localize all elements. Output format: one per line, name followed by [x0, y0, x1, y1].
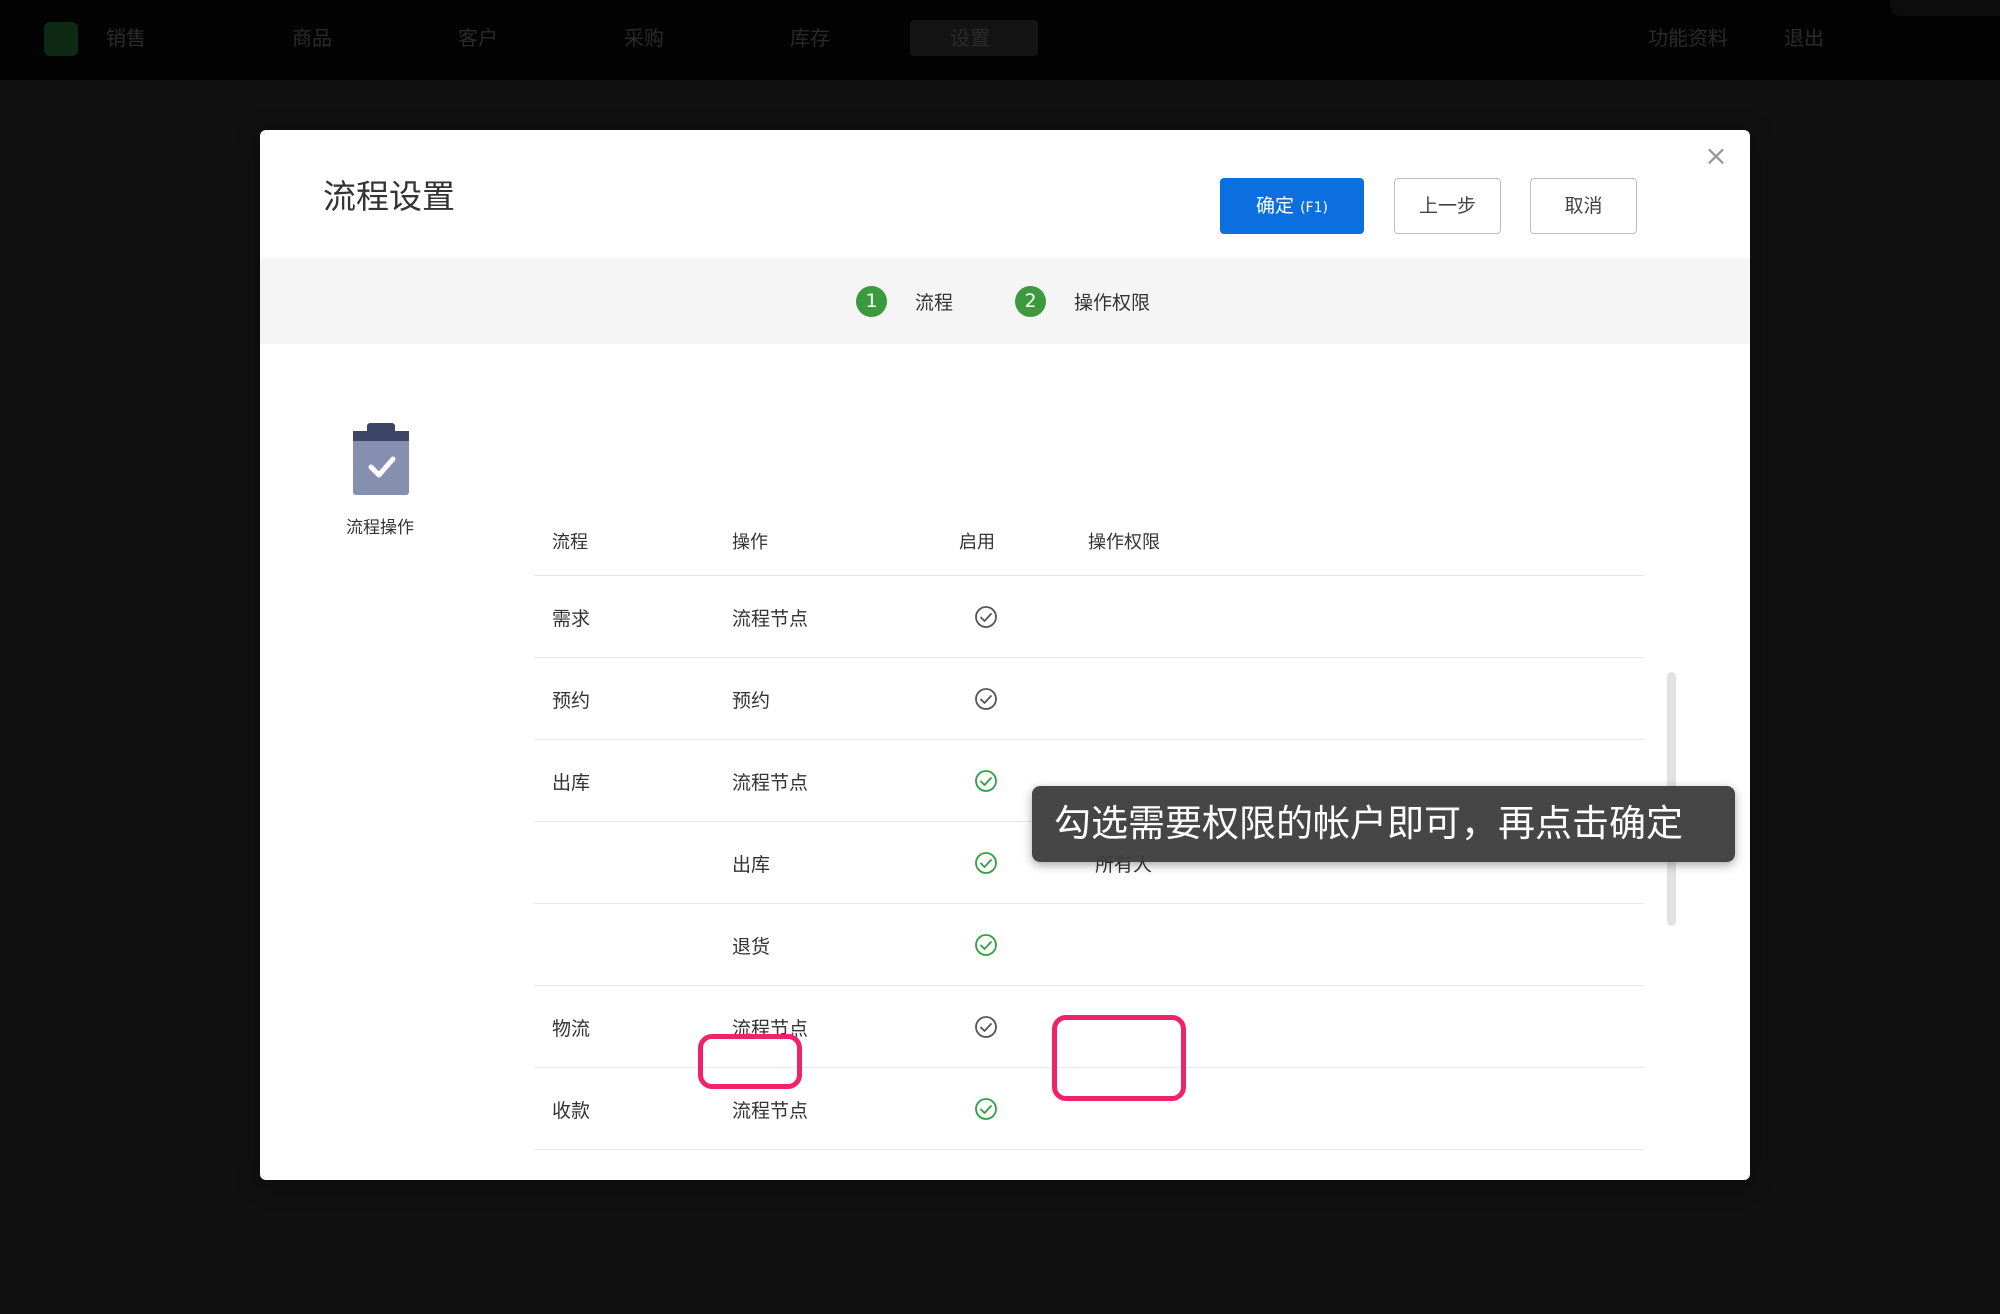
- row-operation: 收款: [732, 1178, 770, 1180]
- row-operation: 退货: [732, 936, 771, 958]
- header-process: 流程: [552, 532, 588, 553]
- enabled-check-icon[interactable]: [974, 1015, 998, 1039]
- nav-item-purchase[interactable]: 采购: [610, 20, 678, 56]
- row-process: 收款: [552, 1100, 591, 1122]
- highlight-box-collect-operation: [698, 1034, 802, 1089]
- step-indicator: 1 流程 2 操作权限: [260, 258, 1750, 344]
- previous-step-button[interactable]: 上一步: [1394, 178, 1501, 234]
- table-header: 流程 操作 启用 操作权限: [534, 486, 1644, 576]
- clipboard-check-icon[interactable]: [353, 423, 409, 495]
- app-logo-icon: [44, 22, 78, 56]
- row-process: 物流: [552, 1018, 591, 1040]
- table-row: 收款 所有人: [534, 1150, 1644, 1180]
- row-operation: 预约: [732, 690, 771, 712]
- enabled-check-icon[interactable]: [974, 1097, 998, 1121]
- enabled-check-icon[interactable]: [974, 933, 998, 957]
- table-row: 需求 流程节点: [534, 576, 1644, 658]
- confirm-button[interactable]: 确定 (F1): [1220, 178, 1364, 234]
- row-process: 需求: [552, 608, 591, 630]
- confirm-shortcut: (F1): [1300, 200, 1328, 216]
- nav-item-customers[interactable]: 客户: [444, 20, 512, 56]
- header-operation: 操作: [732, 532, 768, 553]
- nav-item-products[interactable]: 商品: [278, 20, 346, 56]
- header-permission: 操作权限: [1088, 532, 1160, 553]
- step-label-process: 流程: [915, 291, 954, 314]
- row-operation: 流程节点: [732, 608, 809, 630]
- table-row: 退货: [534, 904, 1644, 986]
- enabled-check-icon[interactable]: [974, 1179, 998, 1180]
- row-operation: 流程节点: [732, 1100, 809, 1122]
- step-process[interactable]: 1 流程: [856, 258, 953, 344]
- row-permission[interactable]: 所有人: [1095, 1178, 1152, 1180]
- header-enabled: 启用: [959, 532, 995, 553]
- confirm-button-label: 确定: [1256, 195, 1295, 217]
- enabled-check-icon[interactable]: [974, 851, 998, 875]
- step-number-1: 1: [856, 285, 887, 317]
- nav-item-feature-info[interactable]: 功能资料: [1634, 20, 1742, 56]
- table-row: 预约 预约: [534, 658, 1644, 740]
- step-label-permissions: 操作权限: [1074, 291, 1151, 314]
- highlight-box-collect-permission: [1052, 1015, 1186, 1101]
- step-permissions[interactable]: 2 操作权限: [1015, 258, 1150, 344]
- process-settings-modal: 流程设置 × 确定 (F1) 上一步 取消 1 流程 2 操作权限 流程操作 流程…: [260, 130, 1750, 1180]
- row-operation: 出库: [732, 854, 771, 876]
- close-icon[interactable]: ×: [1700, 140, 1732, 172]
- row-process: 预约: [552, 690, 591, 712]
- background-top-nav: 销售 商品 客户 采购 库存 设置 功能资料 退出: [0, 0, 2000, 80]
- row-process: 出库: [552, 772, 591, 794]
- enabled-check-icon[interactable]: [974, 769, 998, 793]
- nav-item-inventory[interactable]: 库存: [776, 20, 844, 56]
- nav-item-settings[interactable]: 设置: [910, 20, 1038, 56]
- enabled-check-icon[interactable]: [974, 687, 998, 711]
- step-number-2: 2: [1015, 285, 1046, 317]
- sidebar-label-process-operations: 流程操作: [346, 518, 414, 538]
- instruction-caption: 勾选需要权限的帐户即可，再点击确定: [1032, 786, 1735, 862]
- cancel-button[interactable]: 取消: [1530, 178, 1637, 234]
- row-operation: 流程节点: [732, 772, 809, 794]
- enabled-check-icon[interactable]: [974, 605, 998, 629]
- top-right-corner-tab: [1890, 0, 2000, 16]
- nav-item-logout[interactable]: 退出: [1770, 20, 1838, 56]
- modal-title: 流程设置: [323, 177, 455, 216]
- nav-item-sales[interactable]: 销售: [92, 20, 160, 56]
